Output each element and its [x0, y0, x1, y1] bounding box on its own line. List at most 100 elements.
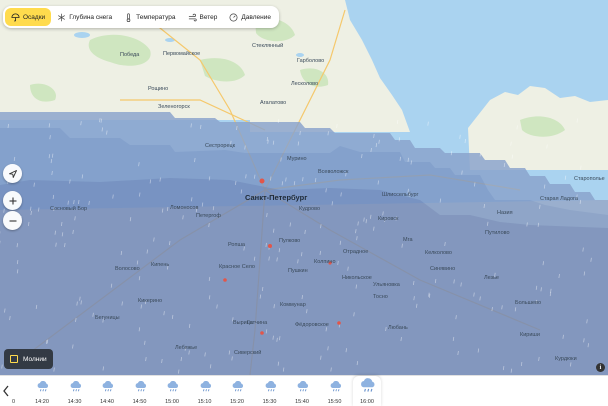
- cloud-rain-icon: [70, 381, 81, 392]
- map-label-pobeda: Победа: [120, 52, 140, 58]
- umbrella-icon: [11, 13, 20, 21]
- lightning-toggle[interactable]: Молнии: [4, 349, 53, 369]
- tab-pressure[interactable]: Давление: [223, 8, 277, 26]
- map-label-lyuban: Любань: [388, 325, 408, 331]
- timeline-time-label: 15:10: [197, 399, 212, 405]
- map-label-vsevolozhsk: Всеволожск: [318, 169, 349, 175]
- location-arrow-icon: [8, 169, 17, 178]
- map-label-nazia: Назия: [497, 210, 513, 216]
- locate-button[interactable]: [3, 164, 22, 183]
- map-label-garbolovo: Гарболово: [297, 58, 325, 64]
- thermometer-icon: [126, 12, 131, 22]
- zoom-in-button[interactable]: [3, 191, 22, 210]
- map-label-mga: Мга: [403, 237, 413, 243]
- map-label-shlisselburg: Шлиссельбург: [382, 192, 419, 198]
- map-label-pushkin: Пушкин: [288, 268, 308, 274]
- plus-icon: [9, 197, 16, 204]
- map-label-ulyanovka: Ульяновка: [373, 282, 400, 288]
- info-icon: i: [599, 364, 602, 371]
- tab-temperature-label: Температура: [136, 13, 176, 21]
- map-label-staropolye: Старополье: [574, 176, 605, 182]
- map-label-pulkovo: Пулково: [279, 238, 301, 244]
- cloud-rain-icon: [361, 378, 375, 392]
- cloud-rain-icon: [167, 381, 178, 392]
- timeline-item[interactable]: 14:20: [28, 376, 56, 406]
- timeline-item[interactable]: 14:30: [61, 376, 89, 406]
- map-label-sestroretsk: Сестрорецк: [205, 143, 236, 149]
- snowflake-icon: [58, 13, 66, 21]
- map-label-leskolovo: Лесколово: [291, 81, 319, 87]
- map-label-lomonosov: Ломоносов: [170, 205, 199, 211]
- timeline-item[interactable]: 14:40: [93, 376, 121, 406]
- timeline-time-label: 14:40: [100, 399, 114, 405]
- timeline: 0 14:20 14:30 14:40 14:50 15:00 15:10 15:20 15:…: [0, 375, 608, 406]
- timeline-start-label: 0: [12, 399, 16, 405]
- timeline-item[interactable]: 15:30: [256, 376, 284, 406]
- map-label-kurdyuki: Курдюки: [555, 356, 577, 362]
- map-label-putilovo: Путилово: [485, 230, 510, 236]
- layer-tabs: Осадки Глубина снега Температура Ветер Д…: [3, 6, 279, 28]
- map-label-kelkolovo: Келколово: [425, 250, 452, 256]
- timeline-time-label: 14:50: [132, 399, 147, 405]
- timeline-time-label: 15:30: [262, 399, 277, 405]
- timeline-item[interactable]: 15:00: [158, 376, 186, 406]
- map-label-sinyavino: Синявино: [430, 266, 456, 272]
- timeline-time-label: 14:20: [35, 399, 49, 405]
- map-label-saint-petersburg: Санкт-Петербург: [245, 193, 308, 202]
- map-label-ropsha: Ропша: [228, 242, 245, 248]
- map-label-begunitsy: Бегуницы: [95, 315, 120, 321]
- timeline-item[interactable]: 15:10: [191, 376, 219, 406]
- timeline-time-label: 15:00: [165, 399, 179, 405]
- timeline-item[interactable]: 15:20: [223, 376, 251, 406]
- lightning-checkbox[interactable]: [10, 355, 18, 363]
- map-label-agalatovo: Агалатово: [260, 100, 287, 106]
- map-label-kolpino: Колпино: [314, 259, 336, 265]
- tab-pressure-label: Давление: [241, 13, 271, 21]
- chevron-left-icon[interactable]: [1, 384, 11, 398]
- tab-precipitation-label: Осадки: [23, 13, 46, 21]
- map-label-murino: Мурино: [287, 156, 307, 162]
- map-label-bolshevo: Большево: [515, 300, 542, 306]
- map-label-vyritsa: Вырица: [233, 320, 253, 326]
- map-label-kirishi: Кириши: [520, 332, 540, 338]
- weather-map-app: Победа Первомайское Рощино Зеленогорск С…: [0, 0, 608, 406]
- minus-icon: [9, 219, 16, 222]
- map-label-fedorovskoe: Фёдоровское: [295, 322, 329, 328]
- cloud-rain-icon: [297, 381, 308, 392]
- map-label-staraya-ladoga: Старая Ладога: [540, 196, 578, 202]
- map-label-otradnoe: Отрадное: [343, 249, 369, 255]
- map-label-lebyazhye: Лебяжье: [175, 345, 198, 351]
- timeline-item[interactable]: 14:50: [126, 376, 154, 406]
- tab-precipitation[interactable]: Осадки: [5, 8, 52, 26]
- map-label-steklyanny: Стеклянный: [252, 43, 284, 49]
- info-button[interactable]: i: [596, 363, 605, 372]
- map-label-sosnovy-bor: Сосновый Бор: [50, 206, 88, 212]
- zoom-out-button[interactable]: [3, 211, 22, 230]
- gauge-icon: [229, 13, 238, 21]
- timeline-item[interactable]: 15:40: [288, 376, 316, 406]
- cloud-rain-icon: [265, 381, 276, 392]
- map-label-kipen: Кипень: [151, 262, 170, 268]
- tab-temperature[interactable]: Температура: [118, 8, 181, 26]
- map-label-nikolskoe: Никольское: [342, 275, 372, 281]
- map-label-zelenogorsk: Зеленогорск: [158, 104, 190, 110]
- map-label-tosno: Тосно: [373, 294, 388, 300]
- tab-snow-depth[interactable]: Глубина снега: [51, 8, 118, 26]
- map-label-lezye: Лезье: [484, 275, 499, 281]
- timeline-item[interactable]: 16:00: [353, 376, 381, 406]
- map-label-kudrovo: Кудрово: [299, 206, 321, 212]
- cloud-rain-icon: [232, 381, 243, 392]
- map-label-kikerino: Кикерино: [138, 298, 163, 304]
- cloud-rain-icon: [102, 381, 113, 392]
- wind-icon: [188, 13, 197, 21]
- timeline-time-label: 14:30: [67, 399, 82, 405]
- timeline-time-label: 15:20: [230, 399, 244, 405]
- map-label-kirovsk: Кировск: [378, 216, 399, 222]
- tab-snow-depth-label: Глубина снега: [69, 13, 113, 21]
- cloud-rain-icon: [37, 381, 48, 392]
- map-label-krasnoe-selo: Красное Село: [219, 264, 255, 270]
- tab-wind[interactable]: Ветер: [182, 8, 224, 26]
- timeline-item[interactable]: 15:50: [321, 376, 349, 406]
- timeline-time-label: 15:40: [295, 399, 309, 405]
- timeline-time-label: 16:00: [360, 399, 374, 405]
